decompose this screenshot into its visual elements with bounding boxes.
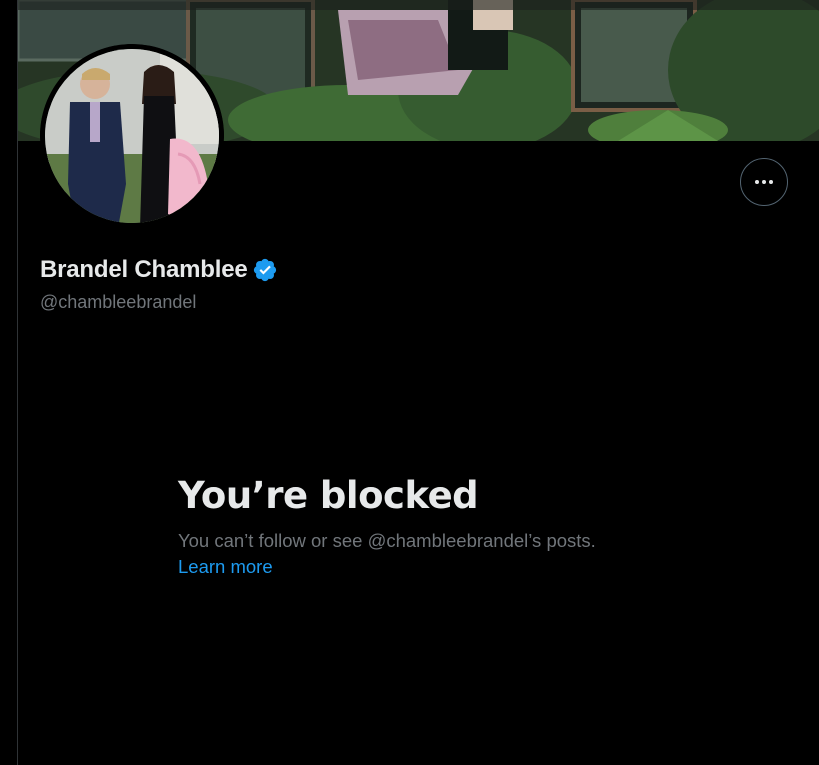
profile-handle: @chambleebrandel — [40, 292, 197, 312]
more-horizontal-icon — [755, 180, 759, 184]
blocked-notice: You’re blocked You can’t follow or see @… — [178, 472, 698, 580]
display-name: Brandel Chamblee — [40, 256, 248, 283]
blocked-title: You’re blocked — [178, 474, 479, 517]
verified-badge-icon[interactable] — [252, 257, 278, 283]
profile-name-row: Brandel Chamblee — [40, 256, 278, 284]
more-options-button[interactable] — [740, 158, 788, 206]
blocked-description: You can’t follow or see @chambleebrandel… — [178, 530, 596, 551]
profile-page: Brandel Chamblee @chambleebrandel You’re… — [0, 0, 819, 765]
learn-more-link[interactable]: Learn more — [178, 554, 273, 580]
avatar[interactable] — [40, 44, 224, 228]
